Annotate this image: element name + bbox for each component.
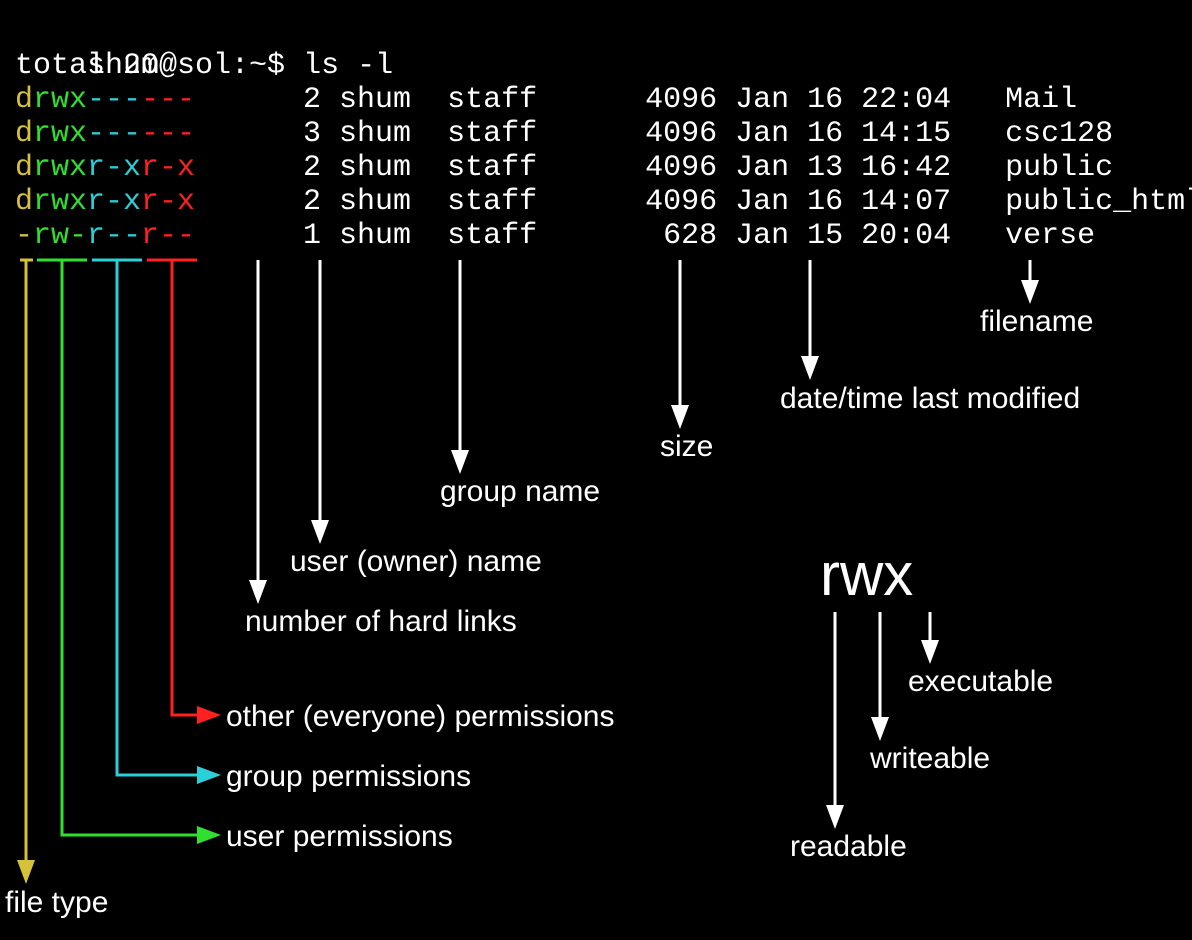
diagram-canvas: shum@sol:~$ ls -l total 20 drwx------2 s… — [0, 0, 1192, 940]
perm-red: --- — [141, 83, 195, 117]
size-cell: 4096 — [609, 151, 717, 185]
label-filetype: file type — [5, 886, 108, 920]
label-owner: user (owner) name — [290, 545, 542, 579]
size-cell: 4096 — [609, 83, 717, 117]
name-cell: public — [987, 151, 1113, 185]
perm-cyan: --- — [87, 117, 141, 151]
perm-cell: -rw-r--r-- — [15, 219, 303, 253]
perm-green: rwx — [33, 83, 87, 117]
label-group-perm: group permissions — [226, 760, 471, 794]
listing-row: drwxr-xr-x2 shumstaff4096Jan 13 16:42 pu… — [15, 151, 1192, 185]
name-cell: csc128 — [987, 117, 1113, 151]
perm-red: r-- — [141, 219, 195, 253]
group-cell: staff — [447, 185, 609, 219]
label-writeable: writeable — [870, 742, 990, 776]
prompt-command: ls -l — [303, 49, 393, 83]
date-cell: Jan 16 14:07 — [717, 185, 987, 219]
links-cell: 1 — [303, 219, 339, 253]
label-other-perm: other (everyone) permissions — [226, 700, 615, 734]
perm-cyan: r-x — [87, 151, 141, 185]
group-cell: staff — [447, 117, 609, 151]
date-cell: Jan 16 22:04 — [717, 83, 987, 117]
label-filename: filename — [980, 305, 1093, 339]
links-cell: 2 — [303, 151, 339, 185]
perm-yellow: d — [15, 117, 33, 151]
name-cell: Mail — [987, 83, 1077, 117]
perm-cell: drwx------ — [15, 83, 303, 117]
listing-row: -rw-r--r--1 shumstaff628Jan 15 20:04 ver… — [15, 219, 1192, 253]
label-date: date/time last modified — [780, 382, 1080, 416]
label-executable: executable — [908, 665, 1053, 699]
owner-cell: shum — [339, 117, 447, 151]
label-group-name: group name — [440, 475, 600, 509]
perm-yellow: d — [15, 83, 33, 117]
listing-row: drwxr-xr-x2 shumstaff4096Jan 16 14:07 pu… — [15, 185, 1192, 219]
label-hard-links: number of hard links — [245, 605, 517, 639]
size-cell: 628 — [609, 219, 717, 253]
perm-cyan: --- — [87, 83, 141, 117]
perm-cyan: r-x — [87, 185, 141, 219]
label-user-perm: user permissions — [226, 820, 453, 854]
perm-red: r-x — [141, 151, 195, 185]
perm-yellow: d — [15, 151, 33, 185]
perm-red: --- — [141, 117, 195, 151]
name-cell: public_html — [987, 185, 1192, 219]
listing: drwx------2 shumstaff4096Jan 16 22:04 Ma… — [15, 83, 1192, 253]
owner-cell: shum — [339, 151, 447, 185]
total-line: total 20 — [15, 49, 159, 83]
label-rwx: rwx — [820, 540, 913, 609]
links-cell: 2 — [303, 83, 339, 117]
perm-cell: drwx------ — [15, 117, 303, 151]
owner-cell: shum — [339, 83, 447, 117]
links-cell: 2 — [303, 185, 339, 219]
size-cell: 4096 — [609, 185, 717, 219]
date-cell: Jan 16 14:15 — [717, 117, 987, 151]
label-readable: readable — [790, 830, 907, 864]
group-cell: staff — [447, 83, 609, 117]
date-cell: Jan 15 20:04 — [717, 219, 987, 253]
perm-cyan: r-- — [87, 219, 141, 253]
perm-green: rwx — [33, 117, 87, 151]
group-cell: staff — [447, 151, 609, 185]
name-cell: verse — [987, 219, 1095, 253]
size-cell: 4096 — [609, 117, 717, 151]
date-cell: Jan 13 16:42 — [717, 151, 987, 185]
perm-yellow: - — [15, 219, 33, 253]
group-cell: staff — [447, 219, 609, 253]
perm-cell: drwxr-xr-x — [15, 185, 303, 219]
perm-yellow: d — [15, 185, 33, 219]
label-size: size — [660, 430, 713, 464]
perm-green: rwx — [33, 185, 87, 219]
perm-red: r-x — [141, 185, 195, 219]
perm-green: rw- — [33, 219, 87, 253]
listing-row: drwx------3 shumstaff4096Jan 16 14:15 cs… — [15, 117, 1192, 151]
links-cell: 3 — [303, 117, 339, 151]
owner-cell: shum — [339, 185, 447, 219]
perm-green: rwx — [33, 151, 87, 185]
perm-cell: drwxr-xr-x — [15, 151, 303, 185]
prompt-sep: :~$ — [231, 49, 303, 83]
listing-row: drwx------2 shumstaff4096Jan 16 22:04 Ma… — [15, 83, 1192, 117]
owner-cell: shum — [339, 219, 447, 253]
